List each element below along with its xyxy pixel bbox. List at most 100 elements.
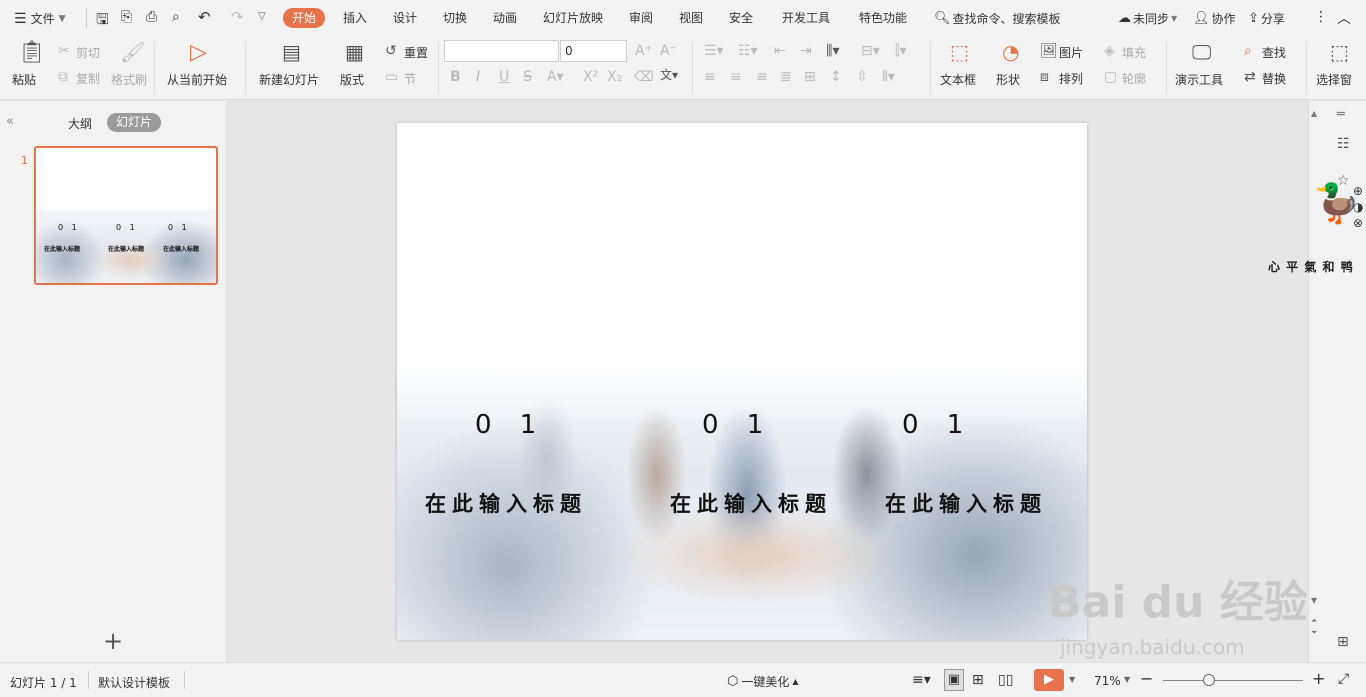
smart-art-icon[interactable]: ⫿▾ — [895, 44, 907, 58]
copy-button[interactable]: 复制 — [76, 70, 100, 87]
decrease-indent-icon[interactable]: ⇤ — [774, 44, 786, 58]
file-menu[interactable]: ☰ 文件 ▼ — [14, 10, 66, 27]
present-tools-icon[interactable]: 🖵︎ — [1192, 42, 1211, 62]
tab-slideshow[interactable]: 幻灯片放映 — [543, 8, 603, 28]
select-pane-icon[interactable]: ⬚ — [1330, 42, 1349, 62]
present-tools-button[interactable]: 演示工具 — [1175, 71, 1223, 88]
scroll-prev-icon[interactable]: ⏶ — [1311, 616, 1317, 626]
tab-view[interactable]: 视图 — [679, 8, 703, 28]
slide-thumbnail[interactable]: 0 1 0 1 0 1 在此输入标题 在此输入标题 在此输入标题 — [34, 146, 218, 285]
shape-button[interactable]: 形状 — [996, 71, 1020, 88]
column-number[interactable]: 0 1 — [475, 410, 546, 440]
slide-sorter-icon[interactable]: ⊞ — [972, 672, 984, 688]
redo-icon[interactable]: ↷ — [231, 8, 244, 26]
add-slide-button[interactable]: + — [103, 629, 123, 653]
outline-button[interactable]: 轮廓 — [1122, 70, 1146, 87]
column-number[interactable]: 0 1 — [702, 410, 773, 440]
font-size-select[interactable]: 0 — [560, 40, 627, 62]
new-slide-button[interactable]: 新建幻灯片 — [259, 71, 319, 88]
align-text-icon[interactable]: ⊟▾ — [861, 44, 880, 58]
replace-icon[interactable]: ⇄ — [1244, 70, 1256, 84]
collapse-panel-icon[interactable]: « — [6, 114, 14, 129]
sync-button[interactable]: ☁ 未同步 ▼ — [1118, 10, 1177, 27]
columns-icon[interactable]: ⫴▾ — [882, 70, 895, 84]
reading-view-icon[interactable]: ▯▯ — [998, 672, 1013, 688]
arrange-icon[interactable]: ⧈ — [1040, 70, 1049, 84]
arrange-button[interactable]: 排列 — [1059, 70, 1083, 87]
beautify-button[interactable]: ⬡ 一键美化 ▲ — [727, 673, 799, 690]
tab-home[interactable]: 开始 — [283, 8, 326, 28]
collab-button[interactable]: 👤︎ 协作 — [1193, 10, 1236, 27]
section-icon[interactable]: ▭ — [385, 70, 398, 84]
number-list-icon[interactable]: ☷▾ — [738, 44, 758, 58]
column-number[interactable]: 0 1 — [902, 410, 973, 440]
select-pane-button[interactable]: 选择窗 — [1316, 71, 1352, 88]
underline-icon[interactable]: U — [499, 70, 509, 84]
more-icon[interactable]: ⋮ — [1314, 9, 1328, 25]
text-box-button[interactable]: 文本框 — [940, 71, 976, 88]
align-left-icon[interactable]: ≡ — [704, 70, 716, 84]
zoom-out-icon[interactable]: − — [1140, 669, 1153, 688]
line-spacing-icon[interactable]: ↕ — [830, 70, 842, 84]
print-preview-icon[interactable]: ⌕ — [172, 9, 180, 25]
font-color-icon[interactable]: A▾ — [547, 70, 564, 84]
scroll-next-icon[interactable]: ⏷ — [1311, 628, 1317, 638]
increase-indent-icon[interactable]: ⇥ — [800, 44, 812, 58]
grid-icon[interactable]: ⊞ — [1337, 634, 1349, 650]
bold-icon[interactable]: B — [450, 70, 461, 84]
superscript-icon[interactable]: X² — [583, 70, 598, 84]
template-name[interactable]: 默认设计模板 — [98, 674, 170, 691]
tab-transition[interactable]: 切换 — [443, 8, 467, 28]
section-button[interactable]: 节 — [404, 70, 416, 87]
scissors-icon[interactable]: ✂ — [58, 44, 70, 58]
play-icon[interactable]: ▷ — [190, 42, 207, 64]
cut-button[interactable]: 剪切 — [76, 44, 100, 61]
tab-design[interactable]: 设计 — [393, 8, 417, 28]
tab-review[interactable]: 审阅 — [629, 8, 653, 28]
from-current-button[interactable]: 从当前开始 — [167, 71, 227, 88]
paste-button[interactable]: 粘贴 — [12, 71, 36, 88]
text-direction-icon[interactable]: ⫼▾ — [826, 44, 839, 58]
decrease-font-icon[interactable]: A⁻ — [660, 44, 677, 58]
column-title[interactable]: 在此输入标题 — [885, 488, 1047, 518]
collapse-ribbon-icon[interactable]: ︿ — [1337, 8, 1351, 28]
strikethrough-icon[interactable]: S — [523, 70, 532, 84]
notes-icon[interactable]: ≡▾ — [912, 672, 931, 688]
quick-access-dropdown-icon[interactable]: ▽ — [258, 11, 266, 22]
phonetic-icon[interactable]: 文▾ — [660, 68, 678, 82]
slide[interactable]: 0 1 0 1 0 1 在此输入标题 在此输入标题 在此输入标题 — [397, 123, 1087, 640]
italic-icon[interactable]: I — [476, 70, 480, 84]
scroll-up-icon[interactable]: ▲ — [1311, 109, 1317, 118]
text-box-icon[interactable]: ⬚ — [950, 42, 969, 62]
tab-slides[interactable]: 幻灯片 — [107, 113, 162, 132]
paste-icon[interactable]: 📋︎ — [18, 42, 46, 64]
format-painter-icon[interactable]: 🖌︎ — [120, 42, 145, 62]
save-icon[interactable]: 🖫 — [96, 9, 109, 34]
column-title[interactable]: 在此输入标题 — [670, 488, 832, 518]
picture-button[interactable]: 图片 — [1059, 44, 1083, 61]
play-slideshow-button[interactable]: ▶ — [1034, 669, 1064, 691]
reset-icon[interactable]: ↺ — [385, 44, 397, 58]
tab-special[interactable]: 特色功能 — [859, 8, 907, 28]
copy-icon[interactable]: ⧉ — [58, 70, 68, 84]
paragraph-spacing-icon[interactable]: ⇳ — [856, 70, 868, 84]
chevron-down-icon[interactable]: ▼ — [1124, 675, 1130, 684]
outline-icon[interactable]: ▢ — [1104, 70, 1117, 84]
undo-icon[interactable]: ↶ — [198, 8, 211, 26]
distribute-icon[interactable]: ⊞ — [804, 70, 816, 84]
vertical-scrollbar[interactable]: ▲ ▼ ⏶ ⏷ — [1308, 101, 1322, 642]
tab-developer[interactable]: 开发工具 — [782, 8, 830, 28]
increase-font-icon[interactable]: A⁺ — [635, 44, 652, 58]
fill-button[interactable]: 填充 — [1122, 44, 1146, 61]
tab-outline[interactable]: 大纲 — [68, 115, 92, 132]
chevron-down-icon[interactable]: ▼ — [1069, 675, 1075, 684]
tab-security[interactable]: 安全 — [729, 8, 753, 28]
zoom-slider-handle[interactable] — [1203, 674, 1215, 686]
find-button[interactable]: 查找 — [1262, 44, 1286, 61]
bullet-list-icon[interactable]: ☰▾ — [704, 44, 724, 58]
tab-insert[interactable]: 插入 — [343, 8, 367, 28]
share-button[interactable]: ⇪ 分享 — [1248, 10, 1285, 27]
font-name-select[interactable] — [444, 40, 559, 62]
shape-icon[interactable]: ◔ — [1002, 42, 1019, 62]
export-icon[interactable]: ⎘ — [121, 9, 132, 25]
